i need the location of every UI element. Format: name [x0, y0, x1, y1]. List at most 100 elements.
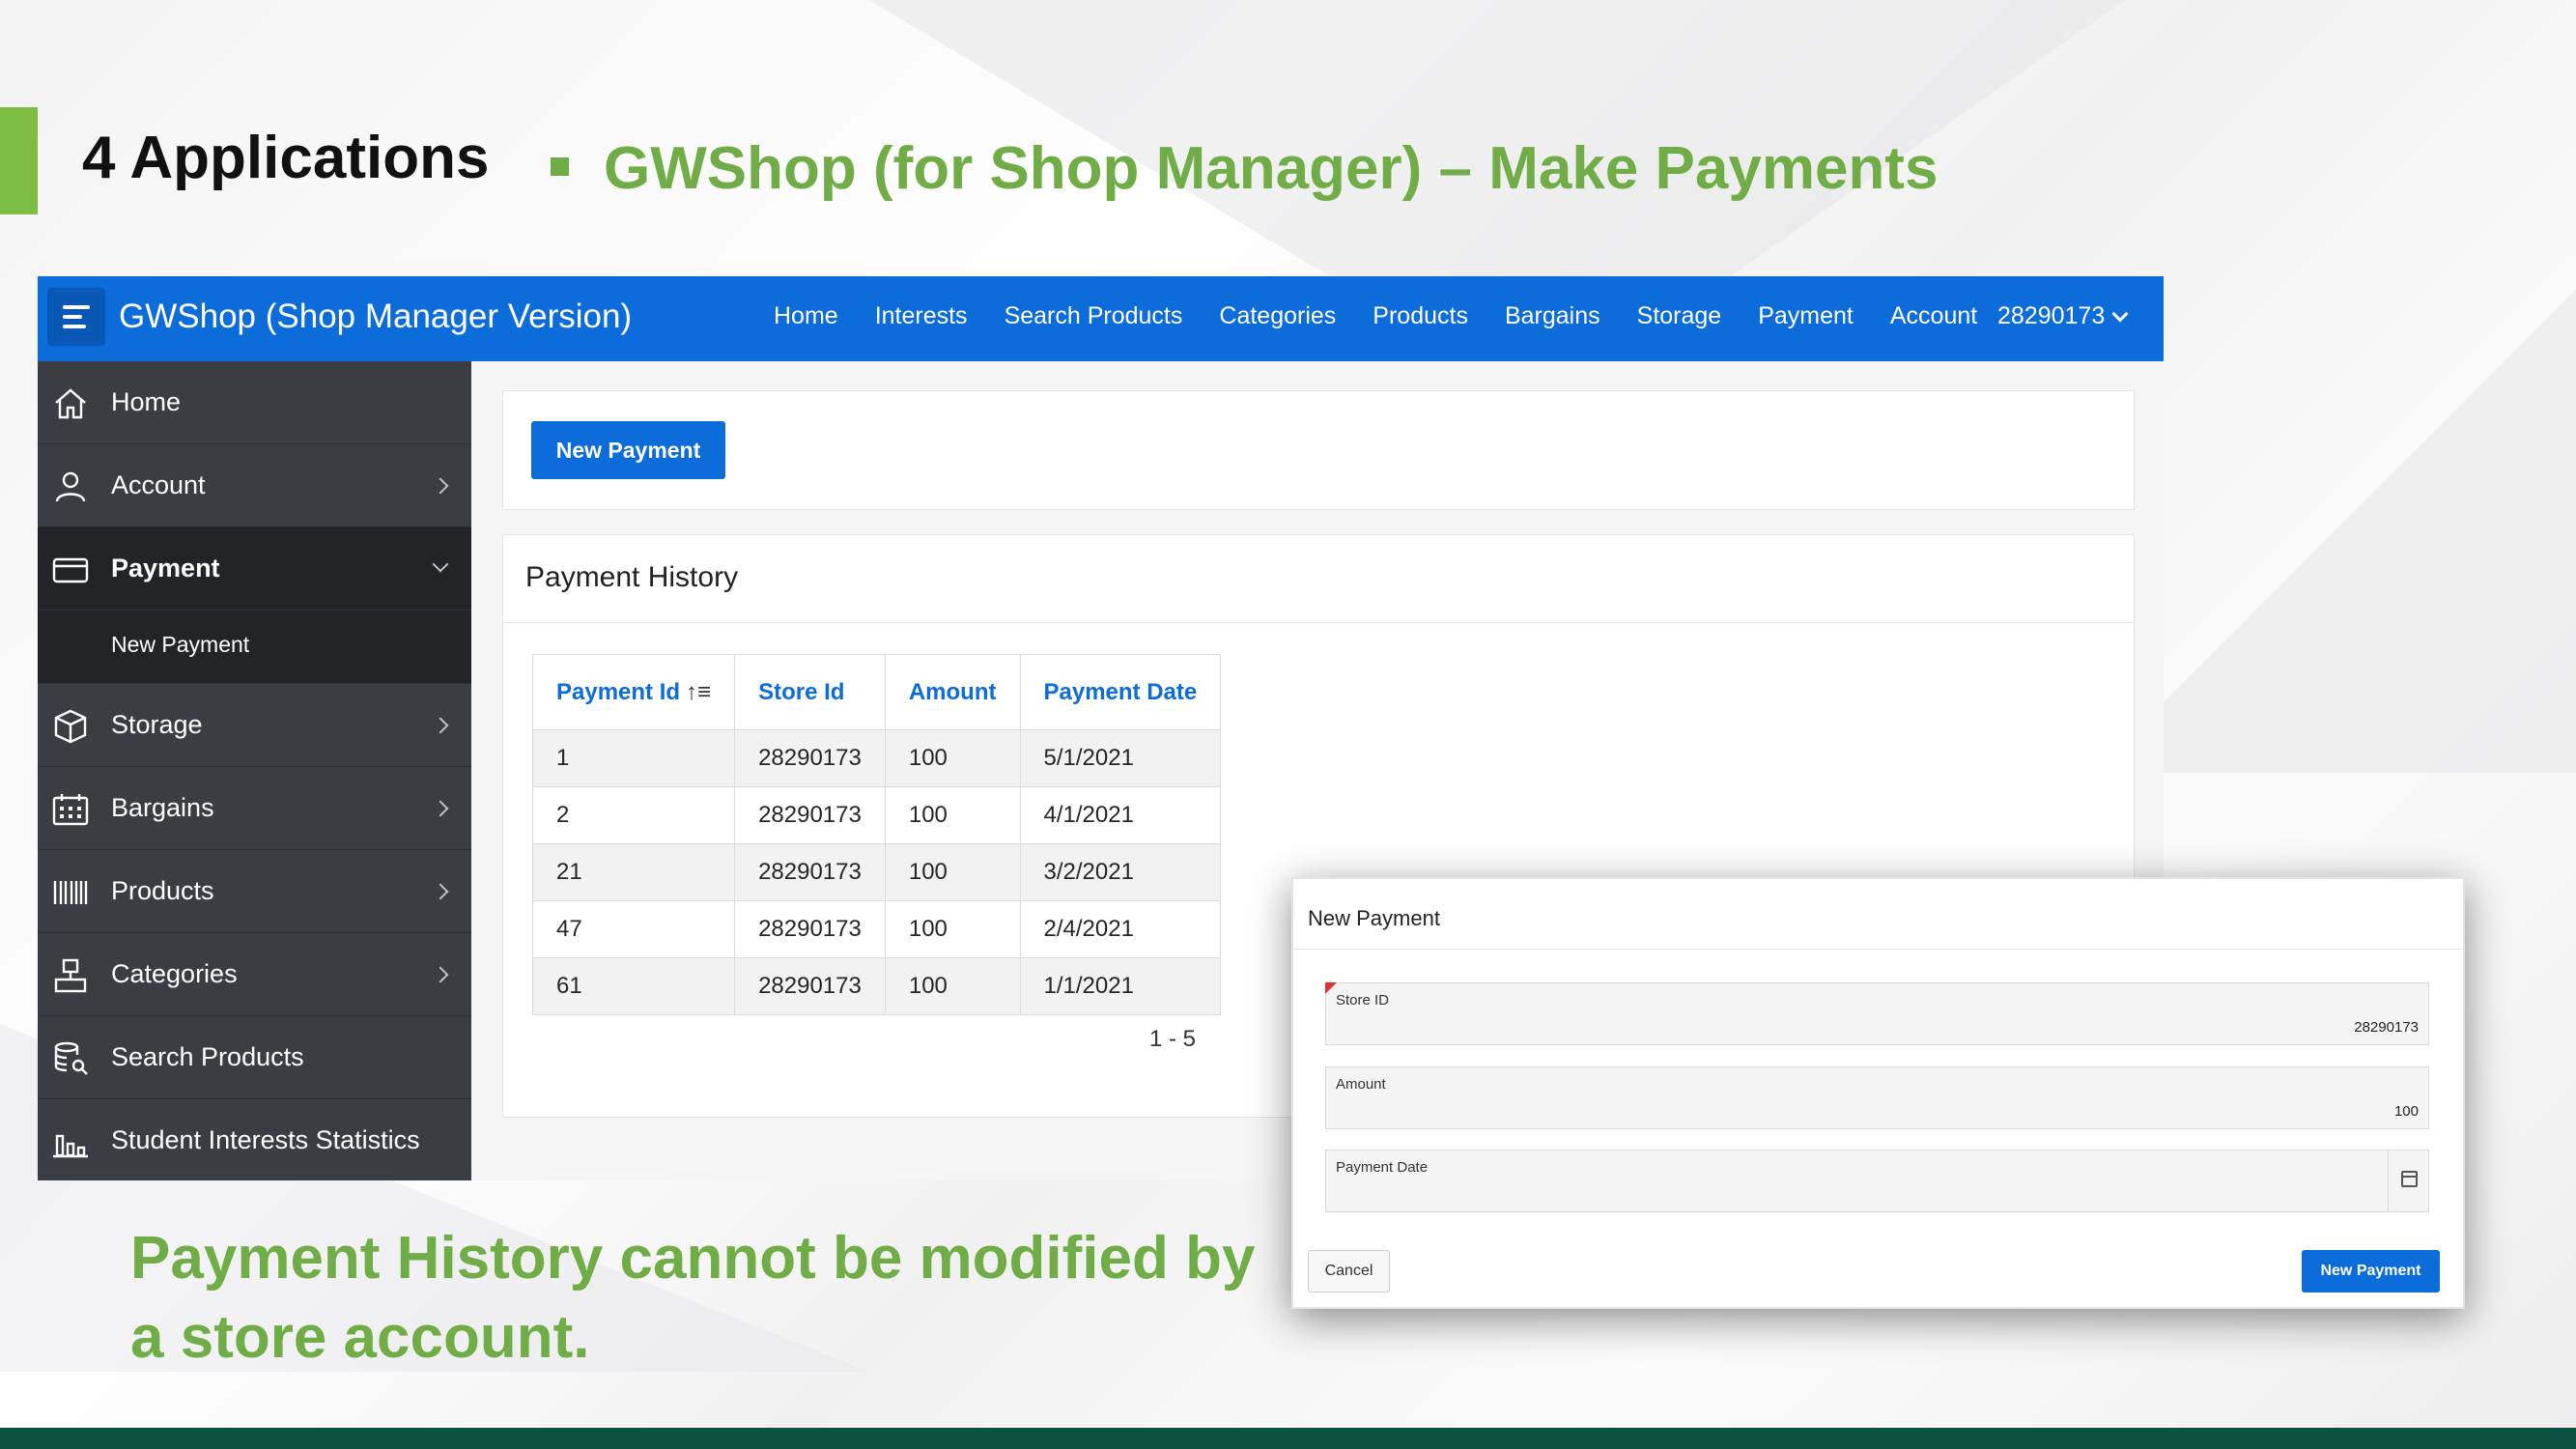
dialog-title: New Payment	[1308, 906, 1440, 930]
top-nav: Home Interests Search Products Categorie…	[774, 302, 2014, 330]
cell-payment-id: 1	[531, 729, 736, 787]
box-icon	[54, 709, 87, 744]
top-nav-search-products[interactable]: Search Products	[1005, 302, 1183, 330]
chevron-down-icon	[432, 555, 449, 573]
sort-ascending-icon: ↑≡	[686, 678, 712, 705]
sidebar-item-bargains[interactable]: Bargains	[38, 767, 471, 850]
top-nav-products[interactable]: Products	[1373, 302, 1468, 330]
table-row: 1 28290173 100 5/1/2021	[531, 729, 1222, 787]
cell-payment-date: 1/1/2021	[1019, 957, 1222, 1015]
top-nav-storage[interactable]: Storage	[1637, 302, 1722, 330]
sidebar-item-label: Search Products	[111, 1042, 304, 1071]
cell-amount: 100	[884, 843, 1021, 901]
store-id-field[interactable]: Store ID 28290173	[1325, 982, 2429, 1045]
sidebar-item-categories[interactable]: Categories	[38, 933, 471, 1016]
top-nav-categories[interactable]: Categories	[1219, 302, 1336, 330]
sidebar-item-payment[interactable]: Payment	[38, 527, 471, 611]
field-label: Store ID	[1336, 992, 1390, 1009]
sidebar-item-account[interactable]: Account	[38, 444, 471, 527]
submit-new-payment-button[interactable]: New Payment	[2302, 1250, 2440, 1293]
sidebar-item-label: Storage	[111, 710, 203, 739]
field-value: 28290173	[2354, 1019, 2419, 1036]
top-navigation-bar: GWShop (Shop Manager Version) Home Inter…	[38, 276, 2164, 361]
field-label: Payment Date	[1336, 1159, 1429, 1176]
sidebar-item-student-interests-statistics[interactable]: Student Interests Statistics	[38, 1099, 471, 1180]
chevron-right-icon	[432, 883, 449, 900]
slide-title: 4 Applications	[82, 125, 490, 191]
hamburger-menu-icon[interactable]	[47, 288, 105, 346]
divider	[503, 622, 2134, 623]
cell-store-id: 28290173	[734, 900, 886, 958]
table-row: 21 28290173 100 3/2/2021	[531, 843, 1222, 901]
cell-payment-id: 2	[531, 786, 736, 844]
bar-chart-icon	[53, 1134, 88, 1158]
cell-payment-date: 3/2/2021	[1019, 843, 1222, 901]
top-nav-home[interactable]: Home	[774, 302, 838, 330]
amount-field[interactable]: Amount 100	[1325, 1066, 2429, 1129]
cell-payment-date: 4/1/2021	[1019, 786, 1222, 844]
slide-subtitle: GWShop (for Shop Manager) – Make Payment…	[604, 135, 1939, 202]
cell-payment-id: 61	[531, 957, 736, 1015]
user-id: 28290173	[1997, 302, 2106, 329]
cell-store-id: 28290173	[734, 957, 886, 1015]
table-row: 47 28290173 100 2/4/2021	[531, 900, 1222, 958]
date-picker-button[interactable]	[2388, 1151, 2428, 1211]
sidebar-subitem-new-payment[interactable]: New Payment	[38, 611, 471, 684]
column-header-payment-date[interactable]: Payment Date	[1019, 654, 1222, 730]
table-row: 61 28290173 100 1/1/2021	[531, 957, 1222, 1015]
sidebar-item-label: Categories	[111, 959, 238, 988]
pagination-range: 1 - 5	[1149, 1026, 1197, 1052]
database-search-icon	[54, 1041, 88, 1075]
user-menu[interactable]: 28290173	[1997, 302, 2129, 330]
top-nav-payment[interactable]: Payment	[1758, 302, 1854, 330]
column-header-store-id[interactable]: Store Id	[734, 654, 886, 730]
hierarchy-icon	[54, 958, 87, 993]
bullet-marker	[551, 157, 569, 176]
sidebar-item-storage[interactable]: Storage	[38, 684, 471, 767]
field-value: 100	[2393, 1103, 2419, 1120]
home-icon	[55, 388, 86, 419]
cell-store-id: 28290173	[734, 786, 886, 844]
new-payment-dialog: New Payment Store ID 28290173 Amount 100…	[1291, 877, 2465, 1309]
chevron-right-icon	[432, 717, 449, 734]
column-header-amount[interactable]: Amount	[884, 654, 1021, 730]
cell-amount: 100	[884, 900, 1021, 958]
slide-caption: Payment History cannot be modified by a …	[130, 1225, 1256, 1371]
sidebar-item-label: Payment	[111, 554, 220, 582]
table-header-row: Payment Id ↑≡ Store Id Amount Payment Dat…	[531, 654, 1222, 730]
sidebar-item-label: Account	[111, 470, 206, 499]
sidebar-item-products[interactable]: Products	[38, 850, 471, 933]
top-nav-account[interactable]: Account	[1890, 302, 1977, 330]
slide-accent-bar	[0, 107, 38, 214]
field-label: Amount	[1336, 1076, 1386, 1093]
cell-store-id: 28290173	[734, 729, 886, 787]
chevron-right-icon	[432, 800, 449, 817]
calendar-icon	[2401, 1171, 2418, 1187]
user-icon	[55, 471, 86, 502]
table-row: 2 28290173 100 4/1/2021	[531, 786, 1222, 844]
sidebar-item-label: Student Interests Statistics	[111, 1125, 420, 1154]
chevron-down-icon	[2111, 305, 2129, 322]
top-nav-bargains[interactable]: Bargains	[1505, 302, 1600, 330]
payment-history-title: Payment History	[525, 561, 739, 593]
column-header-payment-id[interactable]: Payment Id ↑≡	[531, 654, 736, 730]
sidebar-item-label: Products	[111, 876, 214, 905]
sidebar: Home Account Payment New Payment Storage…	[38, 361, 471, 1180]
top-nav-interests[interactable]: Interests	[875, 302, 968, 330]
app-title[interactable]: GWShop (Shop Manager Version)	[119, 298, 632, 336]
sidebar-item-search-products[interactable]: Search Products	[38, 1016, 471, 1099]
sidebar-subitem-label: New Payment	[111, 632, 250, 657]
cell-payment-id: 47	[531, 900, 736, 958]
sidebar-item-home[interactable]: Home	[38, 361, 471, 444]
cell-amount: 100	[884, 786, 1021, 844]
cancel-button[interactable]: Cancel	[1308, 1250, 1390, 1293]
chevron-right-icon	[432, 477, 449, 495]
cell-payment-id: 21	[531, 843, 736, 901]
cell-payment-date: 5/1/2021	[1019, 729, 1222, 787]
chevron-right-icon	[432, 966, 449, 983]
cell-store-id: 28290173	[734, 843, 886, 901]
cell-payment-date: 2/4/2021	[1019, 900, 1222, 958]
new-payment-button[interactable]: New Payment	[531, 421, 725, 479]
footer-band	[0, 1428, 2576, 1449]
payment-date-field[interactable]: Payment Date	[1325, 1150, 2429, 1212]
